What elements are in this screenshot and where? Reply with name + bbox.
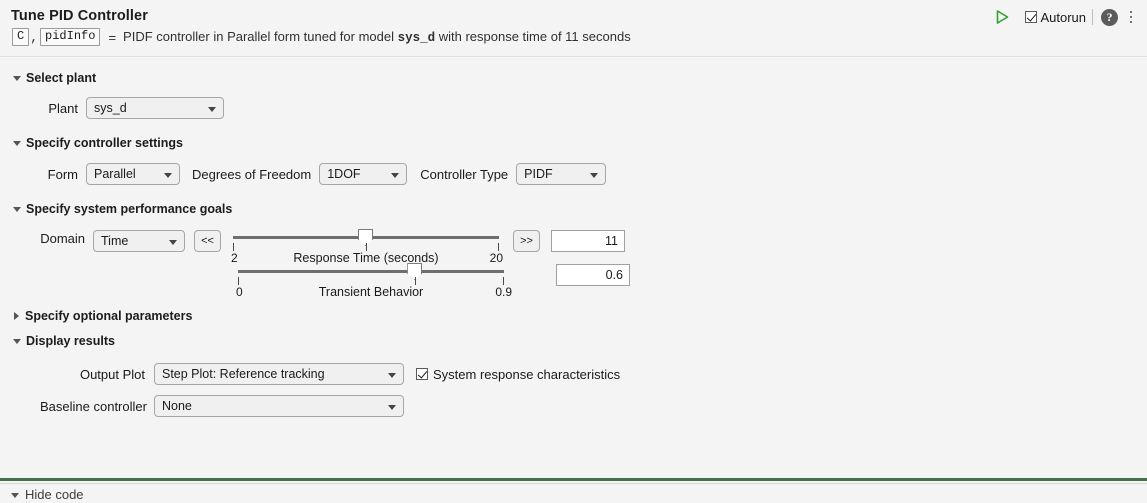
code-separator-rule-secondary bbox=[0, 483, 1147, 484]
autorun-label: Autorun bbox=[1040, 9, 1086, 25]
header-divider bbox=[1092, 9, 1093, 25]
task-summary: C , pidInfo = PIDF controller in Paralle… bbox=[12, 28, 1147, 46]
controller-type-label: Controller Type bbox=[420, 166, 509, 182]
row-plant: Plant sys_d bbox=[0, 97, 1147, 119]
slider-tick-max bbox=[498, 243, 499, 251]
degrees-of-freedom-value: 1DOF bbox=[327, 167, 361, 181]
degrees-of-freedom-dropdown[interactable]: 1DOF bbox=[319, 163, 408, 185]
chevron-down-icon bbox=[590, 172, 599, 178]
controller-type-dropdown[interactable]: PIDF bbox=[516, 163, 607, 185]
slider-tick-mid bbox=[414, 277, 416, 285]
slider-tick-min bbox=[233, 243, 234, 251]
row-controller-settings: Form Parallel Degrees of Freedom 1DOF Co… bbox=[0, 163, 1147, 185]
tune-pid-controller-task: Tune PID Controller C , pidInfo = PIDF c… bbox=[0, 0, 1147, 503]
system-response-characteristics-checkbox[interactable]: System response characteristics bbox=[416, 367, 620, 382]
section-title-optional-parameters: Specify optional parameters bbox=[25, 308, 193, 323]
plant-label: Plant bbox=[48, 100, 78, 116]
response-time-decrease-button[interactable]: << bbox=[194, 230, 221, 252]
chevron-down-icon bbox=[11, 492, 19, 498]
output-variable-pidinfo[interactable]: pidInfo bbox=[40, 28, 101, 46]
chevron-down-icon bbox=[13, 207, 21, 212]
summary-suffix: with response time of 11 seconds bbox=[435, 29, 631, 44]
header-controls: Autorun ? bbox=[991, 6, 1139, 28]
domain-dropdown-value: Time bbox=[101, 234, 129, 248]
domain-dropdown[interactable]: Time bbox=[93, 230, 185, 252]
kebab-dot bbox=[1129, 15, 1133, 19]
section-title-controller-settings: Specify controller settings bbox=[26, 135, 183, 150]
kebab-dot bbox=[1129, 10, 1133, 14]
form-dropdown[interactable]: Parallel bbox=[86, 163, 180, 185]
summary-model-name: sys_d bbox=[397, 31, 436, 45]
chevron-down-icon bbox=[13, 141, 21, 146]
output-separator: , bbox=[30, 29, 39, 45]
slider-tick-min bbox=[238, 277, 239, 285]
run-triangle-icon[interactable] bbox=[991, 7, 1013, 27]
chevron-down-icon bbox=[13, 76, 21, 81]
task-header: Tune PID Controller C , pidInfo = PIDF c… bbox=[0, 0, 1147, 57]
row-baseline-controller: Baseline controller None bbox=[0, 395, 1147, 417]
section-title-performance-goals: Specify system performance goals bbox=[26, 201, 233, 216]
plant-dropdown[interactable]: sys_d bbox=[86, 97, 224, 119]
chevron-down-icon bbox=[208, 106, 216, 112]
chevron-down-icon bbox=[169, 239, 177, 245]
autorun-checkbox[interactable]: Autorun bbox=[1025, 10, 1086, 25]
code-separator-rule bbox=[0, 478, 1147, 481]
transient-behavior-max-label: 0.9 bbox=[495, 285, 512, 299]
slider-tick-max bbox=[503, 277, 504, 285]
section-header-optional-parameters[interactable]: Specify optional parameters bbox=[0, 306, 1147, 325]
section-header-performance-goals[interactable]: Specify system performance goals bbox=[0, 199, 1147, 218]
plant-dropdown-value: sys_d bbox=[94, 101, 127, 115]
section-header-display-results[interactable]: Display results bbox=[0, 331, 1147, 350]
section-header-select-plant[interactable]: Select plant bbox=[0, 68, 1147, 87]
degrees-of-freedom-label: Degrees of Freedom bbox=[192, 166, 312, 182]
domain-label: Domain bbox=[40, 231, 85, 246]
system-response-characteristics-label: System response characteristics bbox=[433, 366, 621, 382]
chevron-right-icon bbox=[14, 311, 19, 320]
system-response-characteristics-box[interactable] bbox=[416, 368, 428, 380]
response-time-slider[interactable]: 2 Response Time (seconds) 20 bbox=[231, 227, 503, 265]
hide-code-toggle[interactable]: Hide code bbox=[11, 485, 84, 503]
row-output-plot: Output Plot Step Plot: Reference trackin… bbox=[0, 363, 1147, 385]
summary-description: PIDF controller in Parallel form tuned f… bbox=[123, 29, 631, 45]
row-response-time: Domain Time << 2 Response Time (seconds)… bbox=[0, 227, 1147, 265]
output-plot-dropdown[interactable]: Step Plot: Reference tracking bbox=[154, 363, 404, 385]
page-title: Tune PID Controller bbox=[11, 8, 148, 24]
output-plot-value: Step Plot: Reference tracking bbox=[162, 367, 325, 381]
chevron-down-icon bbox=[13, 339, 21, 344]
form-dropdown-value: Parallel bbox=[94, 167, 136, 181]
transient-behavior-slider[interactable]: 0 Transient Behavior 0.9 bbox=[236, 261, 512, 299]
chevron-down-icon bbox=[164, 172, 172, 178]
form-label: Form bbox=[47, 166, 78, 182]
hide-code-label: Hide code bbox=[25, 486, 84, 502]
response-time-input[interactable]: 11 bbox=[551, 230, 625, 252]
controller-type-value: PIDF bbox=[524, 167, 553, 181]
summary-prefix: PIDF controller in Parallel form tuned f… bbox=[123, 29, 398, 44]
chevron-down-icon bbox=[388, 404, 396, 410]
transient-behavior-slider-track[interactable] bbox=[238, 270, 504, 273]
task-body: Select plant Plant sys_d Specify control… bbox=[0, 68, 1147, 417]
output-variable-c[interactable]: C bbox=[12, 28, 30, 46]
help-icon[interactable]: ? bbox=[1101, 8, 1118, 26]
baseline-controller-value: None bbox=[162, 399, 192, 413]
chevron-down-icon bbox=[388, 372, 396, 378]
slider-tick-mid bbox=[365, 243, 367, 251]
kebab-menu-icon[interactable] bbox=[1123, 8, 1139, 26]
transient-behavior-axis-label: Transient Behavior bbox=[318, 285, 424, 299]
section-header-controller-settings[interactable]: Specify controller settings bbox=[0, 133, 1147, 152]
transient-behavior-input[interactable]: 0.6 bbox=[556, 264, 630, 286]
equals-sign: = bbox=[108, 29, 117, 45]
baseline-controller-dropdown[interactable]: None bbox=[154, 395, 404, 417]
output-plot-label: Output Plot bbox=[79, 366, 145, 382]
chevron-down-icon bbox=[391, 172, 400, 178]
kebab-dot bbox=[1129, 20, 1133, 24]
baseline-controller-label: Baseline controller bbox=[40, 398, 147, 414]
section-title-select-plant: Select plant bbox=[26, 70, 97, 85]
autorun-checkbox-box[interactable] bbox=[1025, 11, 1038, 23]
section-title-display-results: Display results bbox=[26, 333, 115, 348]
row-transient-behavior: 0 Transient Behavior 0.9 0.6 bbox=[0, 261, 1147, 299]
response-time-increase-button[interactable]: >> bbox=[513, 230, 540, 252]
